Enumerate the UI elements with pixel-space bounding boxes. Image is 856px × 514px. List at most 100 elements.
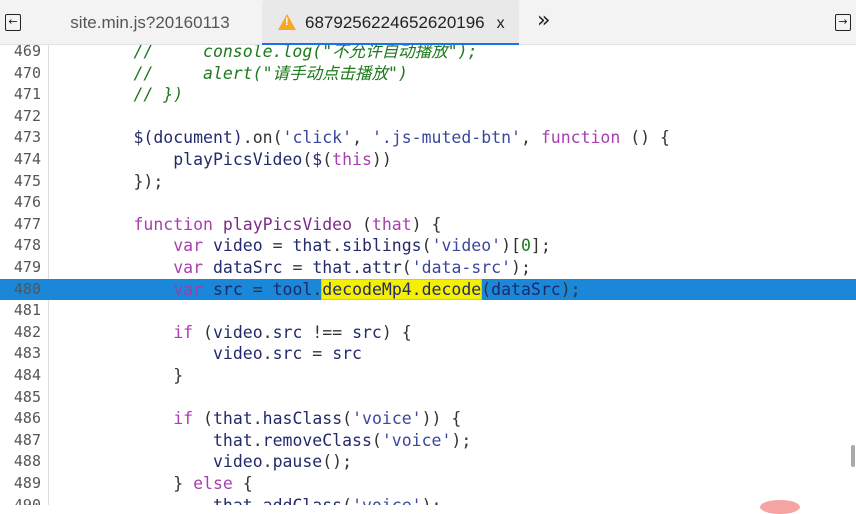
code-editor[interactable]: 469 // console.log("不允许自动播放"); 470 // ale…	[0, 45, 856, 505]
code-line[interactable]: 476	[0, 192, 856, 214]
code-line[interactable]: 469 // console.log("不允许自动播放");	[0, 45, 856, 63]
code-line[interactable]: 479 var dataSrc = that.attr('data-src');	[0, 257, 856, 279]
line-number[interactable]: 481	[0, 300, 41, 322]
code-text: video.pause();	[54, 451, 352, 473]
code-line[interactable]: 484 }	[0, 365, 856, 387]
code-line[interactable]: 477 function playPicsVideo (that) {	[0, 214, 856, 236]
line-number[interactable]: 489	[0, 473, 41, 495]
line-number[interactable]: 483	[0, 343, 41, 365]
code-token: if	[173, 322, 194, 342]
code-token: (	[481, 279, 492, 299]
code-line[interactable]: 489 } else {	[0, 473, 856, 495]
line-number[interactable]: 478	[0, 235, 41, 257]
code-line[interactable]: 486 if (that.hasClass('voice')) {	[0, 408, 856, 430]
code-token: video	[212, 236, 263, 256]
code-token: '.js-muted-btn'	[371, 128, 521, 148]
code-token: (	[421, 236, 432, 256]
code-token: (	[302, 150, 313, 169]
code-token: .	[262, 452, 273, 472]
code-token: (	[352, 214, 372, 234]
code-line[interactable]: 485	[0, 387, 856, 409]
code-token: }	[54, 366, 184, 385]
code-text: } else {	[54, 473, 253, 495]
code-token: pause	[272, 452, 323, 472]
code-line[interactable]: 487 that.removeClass('voice');	[0, 430, 856, 452]
arrow-left-icon[interactable]: ←	[5, 14, 21, 31]
line-number[interactable]: 469	[0, 45, 41, 63]
code-token: src	[332, 344, 362, 364]
line-number[interactable]: 475	[0, 171, 41, 193]
code-line[interactable]: 490 that.addClass('voice');	[0, 495, 856, 505]
code-token: ))	[371, 150, 392, 169]
line-number[interactable]: 476	[0, 192, 41, 214]
code-token: ,	[520, 128, 541, 148]
line-number[interactable]: 488	[0, 451, 41, 473]
code-line[interactable]: 470 // alert("请手动点击播放")	[0, 63, 856, 85]
line-number[interactable]: 487	[0, 430, 41, 452]
line-number[interactable]: 470	[0, 63, 41, 85]
code-token: playPicsVideo	[173, 150, 303, 169]
line-number[interactable]: 473	[0, 127, 41, 149]
code-line[interactable]: 478 var video = that.siblings('video')[0…	[0, 235, 856, 257]
code-token: .	[332, 236, 343, 256]
tab-label: 6879256224652620196	[305, 13, 485, 32]
code-token: attr	[362, 258, 402, 277]
code-line[interactable]: 473 $(document).on('click', '.js-muted-b…	[0, 127, 856, 149]
code-token: video	[212, 452, 263, 472]
line-number[interactable]: 484	[0, 365, 41, 387]
code-token: 'video'	[431, 236, 502, 256]
vertical-scrollbar[interactable]	[851, 445, 855, 467]
code-token: siblings	[342, 236, 422, 256]
arrow-right-icon[interactable]: →	[835, 14, 851, 31]
code-token: );	[451, 430, 472, 450]
code-line[interactable]: 472	[0, 106, 856, 128]
code-token: .	[312, 279, 323, 299]
code-text: video.src = src	[54, 343, 362, 365]
code-text: playPicsVideo($(this))	[54, 149, 392, 171]
line-number[interactable]: 472	[0, 106, 41, 128]
code-token: ,	[352, 128, 372, 148]
code-line[interactable]: 488 video.pause();	[0, 451, 856, 473]
code-line[interactable]: 483 video.src = src	[0, 343, 856, 365]
code-token: that	[212, 409, 253, 429]
line-number[interactable]: 490	[0, 495, 41, 505]
code-token: =	[262, 236, 293, 256]
code-token: that	[213, 496, 253, 505]
code-token: ) {	[381, 322, 412, 342]
code-token: .	[352, 258, 363, 277]
code-token: (	[342, 409, 353, 429]
code-token: });	[54, 171, 164, 191]
line-number[interactable]: 486	[0, 408, 41, 430]
code-token: 'voice'	[381, 430, 452, 450]
code-line[interactable]: 482 if (video.src !== src) {	[0, 322, 856, 344]
code-token: $	[312, 150, 323, 169]
tab-active-file[interactable]: 6879256224652620196 x	[262, 0, 519, 45]
code-line[interactable]: 475 });	[0, 171, 856, 193]
close-icon[interactable]: x	[497, 15, 505, 32]
line-number[interactable]: 480	[0, 279, 41, 301]
code-token: (	[371, 430, 382, 450]
line-number[interactable]: 477	[0, 214, 41, 236]
line-number[interactable]: 482	[0, 322, 41, 344]
line-number[interactable]: 471	[0, 84, 41, 106]
code-token: src	[272, 344, 303, 364]
code-line[interactable]: 480 var src = tool.decodeMp4.decode(data…	[0, 278, 856, 301]
code-line[interactable]: 471 // })	[0, 84, 856, 106]
more-tabs-button[interactable]: »	[537, 8, 550, 33]
tab-site-min-js[interactable]: site.min.js?20160113	[40, 0, 260, 45]
line-number[interactable]: 479	[0, 257, 41, 279]
line-number[interactable]: 485	[0, 387, 41, 409]
code-line[interactable]: 474 playPicsVideo($(this))	[0, 149, 856, 171]
code-token: .	[262, 322, 273, 342]
tab-label: site.min.js?20160113	[70, 13, 230, 32]
code-token: // alert("请手动点击播放")	[54, 63, 408, 83]
code-token: )) {	[421, 409, 462, 429]
code-line[interactable]: 481	[0, 300, 856, 322]
line-number[interactable]: 474	[0, 149, 41, 171]
code-token: (	[401, 258, 412, 277]
code-token: // })	[54, 85, 184, 105]
